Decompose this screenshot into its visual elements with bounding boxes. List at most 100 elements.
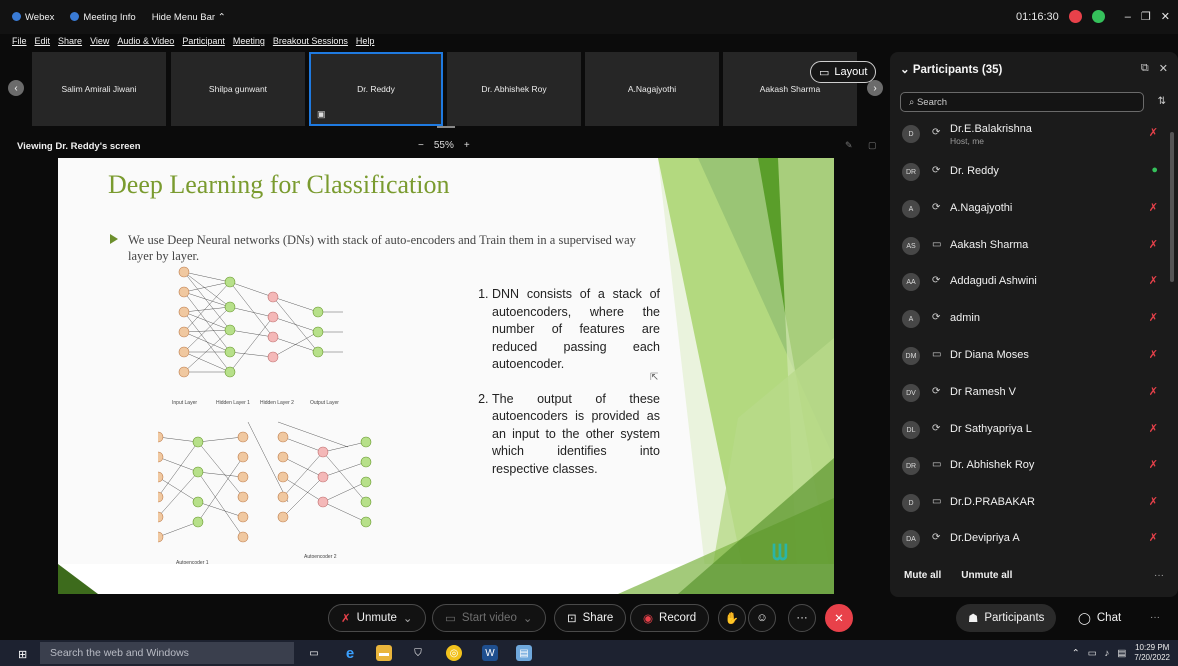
avatar: A — [902, 200, 920, 218]
panel-more-button[interactable]: ··· — [1154, 570, 1164, 581]
participant-row[interactable]: DL ⟳ Dr Sathyapriya L ✗ — [900, 416, 1164, 446]
store-icon[interactable]: ⛉ — [410, 645, 426, 661]
leave-meeting-button[interactable]: ✕ — [825, 604, 853, 632]
menu-breakout-sessions[interactable]: Breakout Sessions — [273, 36, 348, 46]
close-panel-icon[interactable]: ✕ — [1159, 62, 1168, 75]
webex-taskbar-icon[interactable]: W — [482, 645, 498, 661]
meeting-info-button[interactable]: Meeting Info — [70, 12, 136, 23]
share-button[interactable]: ⊡ Share — [554, 604, 627, 632]
app-taskbar-icon[interactable]: ▤ — [516, 645, 532, 661]
edge-browser-icon[interactable]: e — [342, 645, 358, 662]
mic-muted-icon[interactable]: ✗ — [1149, 495, 1158, 508]
layout-button[interactable]: ▭ Layout — [810, 61, 877, 83]
chevron-down-icon[interactable]: ⌄ — [403, 611, 413, 625]
menu-edit[interactable]: Edit — [35, 36, 51, 46]
close-window-button[interactable]: ✕ — [1161, 10, 1170, 23]
strip-resize-handle[interactable] — [437, 126, 455, 128]
menu-help[interactable]: Help — [356, 36, 375, 46]
tile-name: Dr. Reddy — [357, 84, 395, 94]
slide-point: DNN consists of a stack of autoencoders,… — [492, 286, 660, 374]
volume-icon[interactable]: ♪ — [1105, 648, 1110, 659]
hide-menu-bar-button[interactable]: Hide Menu Bar ⌃ — [152, 12, 226, 23]
participant-row[interactable]: DM ▭ Dr Diana Moses ✗ — [900, 342, 1164, 372]
network-icon[interactable]: ▭ — [1088, 648, 1097, 659]
controls-more-button[interactable]: ··· — [1150, 612, 1160, 623]
menu-view[interactable]: View — [90, 36, 109, 46]
taskbar-clock[interactable]: 10:29 PM 7/20/2022 — [1134, 643, 1170, 663]
people-icon: ☗ — [968, 613, 979, 625]
share-label: Share — [582, 612, 614, 624]
record-button[interactable]: ◉ Record — [630, 604, 710, 632]
chevron-down-icon[interactable]: ⌄ — [523, 611, 533, 625]
mic-muted-icon[interactable]: ✗ — [1149, 348, 1158, 361]
mic-muted-icon[interactable]: ✗ — [1149, 422, 1158, 435]
minimize-button[interactable]: – — [1125, 11, 1131, 23]
participants-tab-button[interactable]: ☗ Participants — [956, 604, 1057, 632]
video-tile[interactable]: Dr. Abhishek Roy — [447, 52, 581, 126]
maximize-button[interactable]: ❐ — [1141, 10, 1151, 23]
menu-share[interactable]: Share — [58, 36, 82, 46]
participant-search-input[interactable]: ⌕ Search — [900, 92, 1144, 112]
mic-muted-icon[interactable]: ✗ — [1149, 385, 1158, 398]
participant-row[interactable]: AA ⟳ Addagudi Ashwini ✗ — [900, 268, 1164, 298]
participant-row[interactable]: DA ⟳ Dr.Devipriya A ✗ — [900, 525, 1164, 555]
participant-row[interactable]: A ⟳ A.Nagajyothi ✗ — [900, 195, 1164, 225]
start-video-button[interactable]: ▭ Start video ⌄ — [432, 604, 546, 632]
caption-output-layer: Output Layer — [310, 400, 339, 406]
chrome-icon[interactable]: ◎ — [446, 645, 462, 661]
chat-tab-button[interactable]: ◯ Chat — [1066, 604, 1133, 632]
windows-start-icon[interactable]: ⊞ — [18, 648, 27, 661]
mic-muted-icon[interactable]: ✗ — [1149, 126, 1158, 139]
zoom-out-button[interactable]: − — [418, 140, 424, 151]
participant-row[interactable]: AS ▭ Aakash Sharma ✗ — [900, 232, 1164, 262]
taskbar-search-placeholder: Search the web and Windows — [50, 647, 189, 659]
mic-muted-icon[interactable]: ✗ — [1149, 201, 1158, 214]
more-options-button[interactable]: ··· — [788, 604, 816, 632]
notifications-icon[interactable]: ▤ — [1117, 648, 1126, 659]
mic-muted-icon[interactable]: ✗ — [1149, 238, 1158, 251]
tile-name: A.Nagajyothi — [627, 84, 677, 94]
mic-muted-icon[interactable]: ✗ — [1149, 531, 1158, 544]
fullscreen-icon[interactable]: ▢ — [868, 140, 877, 151]
unmute-all-button[interactable]: Unmute all — [961, 570, 1012, 581]
avatar: D — [902, 494, 920, 512]
participant-row[interactable]: D ▭ Dr.D.PRABAKAR ✗ — [900, 489, 1164, 519]
menu-audio-video[interactable]: Audio & Video — [117, 36, 174, 46]
participant-row[interactable]: DR ⟳ Dr. Reddy ● — [900, 158, 1164, 188]
panel-scrollbar[interactable] — [1170, 132, 1174, 282]
video-tile[interactable]: A.Nagajyothi — [585, 52, 719, 126]
video-tile[interactable]: Salim Amirali Jiwani — [32, 52, 166, 126]
menu-file[interactable]: File — [12, 36, 27, 46]
tray-chevron-up-icon[interactable]: ⌃ — [1072, 648, 1080, 659]
mic-muted-icon[interactable]: ✗ — [1149, 274, 1158, 287]
participant-row[interactable]: DR ▭ Dr. Abhishek Roy ✗ — [900, 452, 1164, 482]
device-icon: ▭ — [932, 459, 942, 470]
task-view-icon[interactable]: ▭ — [306, 645, 322, 661]
mic-muted-icon[interactable]: ✗ — [1149, 311, 1158, 324]
strip-prev-button[interactable]: ‹ — [8, 80, 24, 96]
mic-muted-icon[interactable]: ✗ — [1149, 458, 1158, 471]
video-tile[interactable]: Shilpa gunwant — [171, 52, 305, 126]
caption-input-layer: Input Layer — [172, 400, 198, 406]
popout-icon[interactable]: ⧉ — [1141, 62, 1149, 75]
menu-participant[interactable]: Participant — [182, 36, 225, 46]
participant-row[interactable]: DV ⟳ Dr Ramesh V ✗ — [900, 379, 1164, 409]
file-explorer-icon[interactable]: ▬ — [376, 645, 392, 661]
mute-all-button[interactable]: Mute all — [904, 570, 941, 581]
sort-icon[interactable]: ⇅ — [1158, 96, 1166, 107]
video-tile-active[interactable]: Dr. Reddy ▣ — [309, 52, 443, 126]
zoom-in-button[interactable]: + — [464, 140, 470, 151]
participant-row[interactable]: D ⟳ Dr.E.Balakrishna Host, me ✗ — [900, 120, 1164, 150]
unmute-button[interactable]: ✗ Unmute ⌄ — [328, 604, 426, 632]
raise-hand-button[interactable]: ✋ — [718, 604, 746, 632]
participant-name: Dr. Reddy — [950, 165, 999, 177]
mic-on-icon[interactable]: ● — [1151, 164, 1158, 176]
participant-row[interactable]: A ⟳ admin ✗ — [900, 305, 1164, 335]
strip-next-button[interactable]: › — [867, 80, 883, 96]
reactions-button[interactable]: ☺ — [748, 604, 776, 632]
panel-footer: Mute all Unmute all ··· — [904, 570, 1164, 581]
panel-header[interactable]: ⌄ Participants (35) — [900, 62, 1002, 76]
annotate-icon[interactable]: ✎ — [845, 140, 853, 151]
menu-meeting[interactable]: Meeting — [233, 36, 265, 46]
taskbar-search-input[interactable]: Search the web and Windows — [40, 642, 294, 664]
